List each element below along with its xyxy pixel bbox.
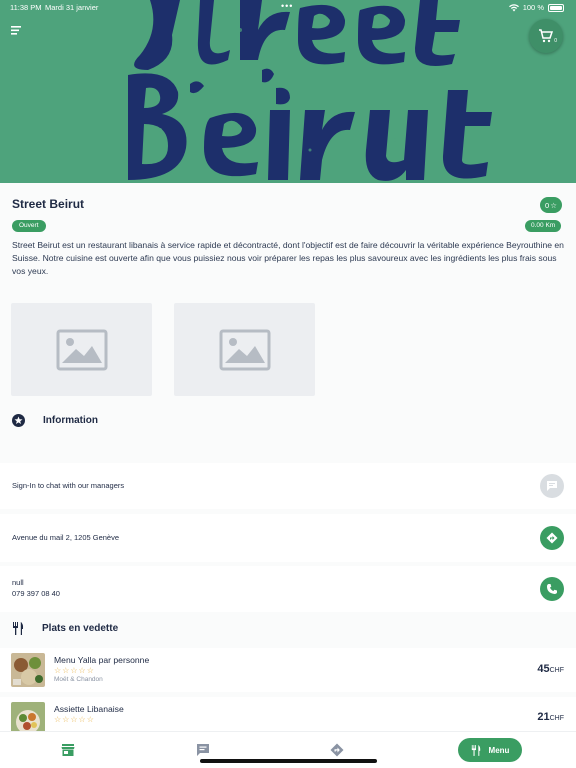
directions-button[interactable] [540,526,564,550]
directions-tab-icon[interactable] [330,743,344,757]
status-date: Mardi 31 janvier [45,3,99,12]
menu-tab-label: Menu [488,745,510,755]
chat-tab-icon[interactable] [196,743,210,757]
dish-price-currency: CHF [549,715,564,722]
star-icon: ☆ [550,200,557,210]
wifi-icon [508,3,519,12]
image-placeholder-icon [219,329,270,370]
cart-icon [539,29,554,43]
status-time: 11:38 PM [10,3,42,12]
dish-price: 21CHF [537,711,564,723]
dish-price-currency: CHF [549,667,564,674]
star-circle-icon [12,414,25,427]
chat-row[interactable]: Sign-In to chat with our managers [0,463,576,509]
information-title: Information [43,415,98,426]
battery-icon [548,3,564,12]
dish-subtitle: Moët & Chandon [54,676,103,683]
hamburger-menu-button[interactable] [8,22,26,38]
restaurant-name: Street Beirut [12,197,85,211]
home-indicator[interactable] [200,759,377,763]
information-heading: Information [12,414,98,427]
dish-name: Menu Yalla par personne [54,655,150,665]
directions-icon [546,532,558,544]
chat-icon [547,481,557,491]
distance-badge: 0.00 Km [525,220,562,232]
hero-banner [0,0,576,183]
cart-button[interactable]: 0 [529,19,563,53]
status-badge: Ouvert [12,220,46,232]
phone-icon [547,584,557,594]
status-right: 100 % [508,3,564,12]
dish-price-value: 45 [537,663,550,675]
multitasking-dots-icon: ••• [281,1,294,11]
gallery-photo[interactable] [11,303,152,396]
phone-number: 079 397 08 40 [12,589,60,598]
dish-thumbnail [11,653,45,687]
image-placeholder-icon [56,329,107,370]
address-text: Avenue du mail 2, 1205 Genève [12,533,120,542]
contact-name: null [12,578,24,587]
dish-name: Assiette Libanaise [54,704,124,714]
status-bar: 11:38 PM Mardi 31 janvier ••• 100 % [0,0,576,14]
restaurant-description: Street Beirut est un restaurant libanais… [12,240,564,276]
dish-rating-stars: ☆☆☆☆☆ [54,666,95,675]
menu-tab-button[interactable]: Menu [458,738,522,762]
cutlery-icon [471,744,480,756]
dish-item[interactable]: Menu Yalla par personne ☆☆☆☆☆ Moët & Cha… [0,648,576,692]
cart-count: 0 [554,38,557,44]
hamburger-icon [11,26,21,35]
call-button[interactable] [540,577,564,601]
address-row[interactable]: Avenue du mail 2, 1205 Genève [0,514,576,562]
dish-price: 45CHF [537,663,564,675]
featured-heading: Plats en vedette [12,622,118,635]
battery-percent: 100 % [522,3,544,12]
featured-title: Plats en vedette [42,623,119,634]
chat-signin-text: Sign-In to chat with our managers [12,481,125,490]
rating-value: 0 [545,200,550,210]
dish-rating-stars: ☆☆☆☆☆ [54,715,95,724]
rating-badge: 0 ☆ [540,197,562,213]
store-icon[interactable] [61,743,75,757]
dish-price-value: 21 [537,711,550,723]
contact-row[interactable]: null 079 397 08 40 [0,566,576,612]
gallery-photo[interactable] [174,303,315,396]
chat-button[interactable] [540,474,564,498]
cutlery-icon [13,622,24,635]
street-beirut-logo-art [128,0,492,181]
